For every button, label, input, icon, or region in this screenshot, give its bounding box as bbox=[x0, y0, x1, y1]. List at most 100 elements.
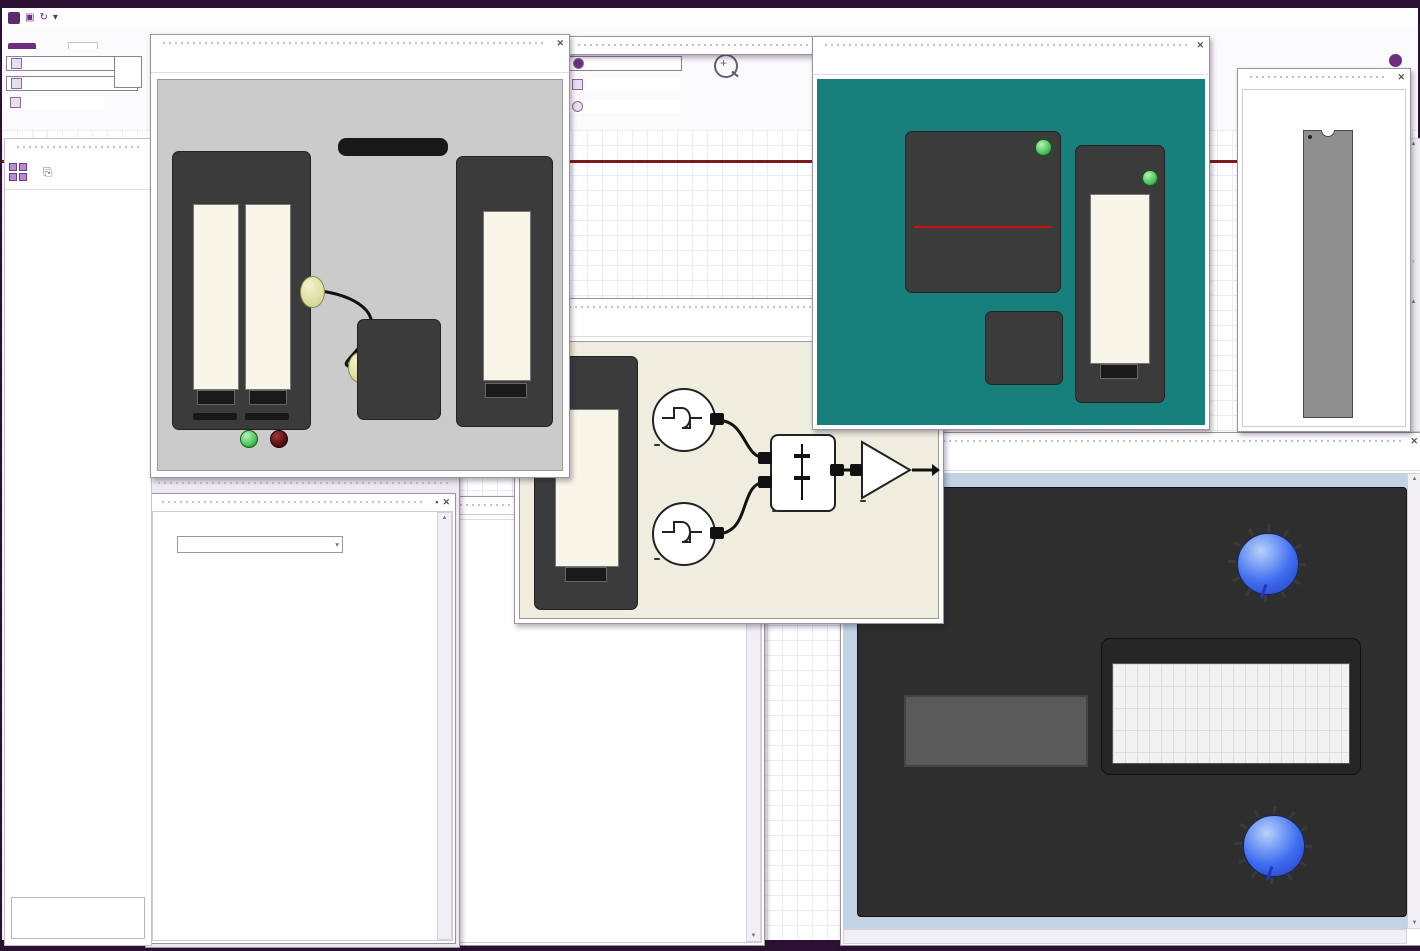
temporary-panel-titlebar bbox=[565, 36, 837, 55]
target-device-body bbox=[1242, 89, 1406, 427]
board-vscrollbar[interactable]: ▲ ▼ bbox=[1407, 473, 1420, 929]
close-icon[interactable]: ✕ bbox=[1410, 436, 1418, 446]
app-icon bbox=[8, 12, 20, 24]
screen: ▣ ↻ ▾ + ▲ › ▲ ✕ ▲ ▼ ▼ ▪ ✕ ▾ ▲ ⎘ ✕ ✕ ✕ bbox=[0, 0, 1420, 951]
pwm2-led bbox=[1142, 170, 1158, 186]
dsp-wave2-component[interactable] bbox=[652, 502, 716, 566]
help-icon[interactable] bbox=[1389, 54, 1402, 67]
analog-vscrollbar[interactable]: ▲ bbox=[437, 512, 452, 940]
knob-ball[interactable] bbox=[1243, 815, 1305, 877]
pwm-slider-component[interactable] bbox=[1075, 145, 1165, 403]
pwm-channel-component[interactable] bbox=[905, 131, 1061, 293]
math-toolbar bbox=[813, 53, 1209, 75]
icon-lists-toggle[interactable] bbox=[568, 78, 680, 91]
bh1750-component[interactable] bbox=[456, 156, 553, 427]
inputs-toolbar bbox=[151, 51, 569, 73]
scroll-down-icon[interactable]: ▼ bbox=[747, 933, 760, 939]
temp-value-1 bbox=[197, 390, 235, 405]
seven-segment-display bbox=[904, 695, 1088, 767]
close-icon[interactable]: ✕ bbox=[1397, 72, 1405, 82]
pin-icon[interactable]: ▪ bbox=[435, 497, 438, 507]
chip-notch bbox=[1321, 130, 1335, 137]
keypad-component[interactable] bbox=[338, 138, 448, 156]
lux-slider[interactable] bbox=[483, 211, 531, 381]
ds18b20-component[interactable] bbox=[172, 151, 311, 430]
close-icon[interactable]: ✕ bbox=[556, 38, 564, 48]
pot-knob[interactable] bbox=[1228, 524, 1306, 602]
title-dots bbox=[576, 42, 826, 48]
pwm-scope-line bbox=[914, 226, 1052, 228]
target-device-icon bbox=[573, 58, 584, 69]
project-explorer-toolbar: ⎘ bbox=[5, 155, 151, 190]
2d-panel-button[interactable] bbox=[114, 56, 142, 88]
sensor-address-strip-1[interactable] bbox=[193, 413, 237, 420]
macros-icon[interactable] bbox=[9, 163, 27, 181]
dsp-mixer-label bbox=[772, 510, 778, 512]
project-explorer-button[interactable] bbox=[6, 56, 126, 71]
title-bar: ▣ ↻ ▾ bbox=[2, 8, 1418, 29]
scroll-up-icon[interactable]: ▲ bbox=[1408, 476, 1420, 482]
inputs-sensors-panel: ✕ bbox=[150, 34, 570, 478]
dsp-mixer-component[interactable] bbox=[770, 434, 836, 512]
flowcode-subwindow: ▪ ✕ ▾ ▲ bbox=[145, 474, 460, 948]
analog-window: ▪ ✕ ▾ ▲ bbox=[149, 493, 456, 944]
project-explorer-footer-box bbox=[11, 897, 145, 939]
wave1-output-plug bbox=[710, 413, 724, 425]
project-explorer-icon bbox=[11, 58, 22, 69]
board-hscrollbar[interactable] bbox=[843, 929, 1407, 944]
find-replace-button[interactable] bbox=[6, 96, 104, 109]
gain-input-plug bbox=[850, 464, 862, 476]
analog-body: ▾ ▲ bbox=[152, 511, 453, 941]
scroll-up-icon[interactable]: ▲ bbox=[438, 515, 451, 521]
title-dots bbox=[1248, 74, 1389, 80]
target-device-panel: ✕ bbox=[1237, 68, 1411, 432]
change-history-icon bbox=[572, 101, 583, 112]
pwm-duty-value bbox=[1100, 364, 1138, 379]
icon-lists-icon bbox=[572, 79, 583, 90]
ds18b20-green-led bbox=[240, 430, 258, 448]
ldr-knob[interactable] bbox=[1234, 806, 1312, 884]
chevron-down-icon: ▾ bbox=[335, 540, 339, 549]
close-icon[interactable]: ✕ bbox=[442, 497, 450, 507]
tab-edit[interactable] bbox=[38, 43, 66, 49]
math-canvas bbox=[817, 79, 1205, 425]
temp-slider-2[interactable] bbox=[245, 204, 291, 390]
onewire-node-1[interactable] bbox=[300, 276, 325, 308]
sensor-address-strip-2[interactable] bbox=[245, 413, 289, 420]
pwm-duty-slider[interactable] bbox=[1090, 194, 1150, 364]
component-properties-icon bbox=[11, 78, 22, 89]
map-function-component[interactable] bbox=[985, 311, 1063, 385]
inputs-canvas bbox=[157, 79, 563, 471]
target-device-toggle[interactable] bbox=[568, 56, 682, 71]
find-replace-icon bbox=[10, 97, 21, 108]
knob-ball[interactable] bbox=[1237, 533, 1299, 595]
title-dots bbox=[15, 144, 141, 150]
scroll-down-icon[interactable]: ▼ bbox=[1408, 920, 1420, 926]
redo-icon[interactable]: ↻ bbox=[39, 12, 47, 24]
temp-value-2 bbox=[249, 390, 287, 405]
lux-value bbox=[485, 383, 527, 398]
dsp-wave1-component[interactable] bbox=[652, 388, 716, 452]
lcd-screen bbox=[1112, 663, 1350, 764]
qat-more-icon[interactable]: ▾ bbox=[53, 12, 58, 24]
clipboard-icon[interactable]: ⎘ bbox=[43, 165, 53, 180]
dsp-wave1-label bbox=[654, 444, 660, 446]
tab-view[interactable] bbox=[68, 42, 98, 49]
main-window: ▣ ↻ ▾ + ▲ › ▲ ✕ ▲ ▼ ▼ ▪ ✕ ▾ ▲ ⎘ ✕ ✕ ✕ bbox=[2, 8, 1420, 948]
zoom-control[interactable] bbox=[704, 54, 748, 82]
wave2-output-plug bbox=[710, 527, 724, 539]
view-values-dropdown[interactable]: ▾ bbox=[177, 536, 343, 553]
temp-slider-1[interactable] bbox=[193, 204, 239, 390]
change-history-toggle[interactable] bbox=[568, 100, 680, 113]
tab-components[interactable] bbox=[100, 43, 128, 49]
title-dots bbox=[823, 42, 1188, 48]
tab-file[interactable] bbox=[8, 43, 36, 49]
onewire-component[interactable] bbox=[357, 319, 441, 420]
title-dots bbox=[160, 499, 427, 505]
board-name-block bbox=[938, 640, 1048, 643]
save-icon[interactable]: ▣ bbox=[25, 12, 34, 24]
dsp-wave2-label bbox=[654, 558, 660, 560]
close-icon[interactable]: ✕ bbox=[1196, 40, 1204, 50]
dsp-gain-component[interactable] bbox=[858, 438, 918, 502]
math-panel: ✕ bbox=[812, 36, 1210, 430]
